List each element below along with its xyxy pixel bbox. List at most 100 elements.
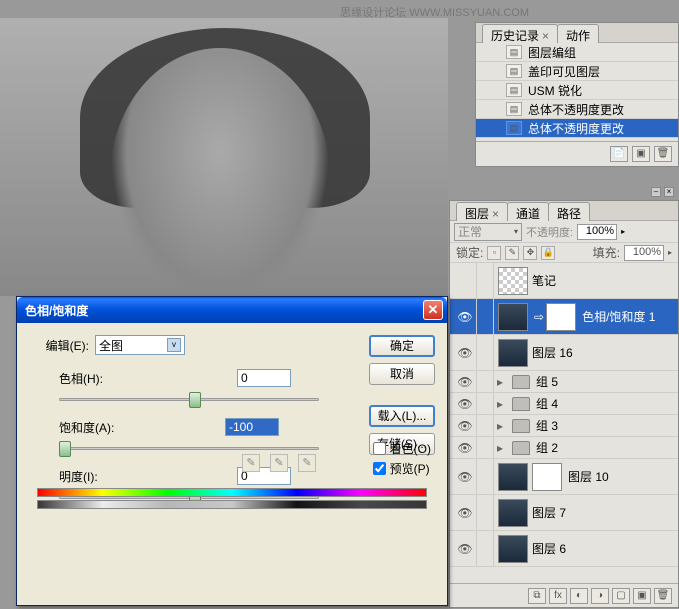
layer-thumb <box>498 267 528 295</box>
fill-input[interactable]: 100% <box>624 245 664 261</box>
layer-row[interactable]: 👁图层 7 <box>450 495 678 531</box>
visibility-toggle[interactable]: 👁 <box>454 299 476 334</box>
history-tabs: 历史记录× 动作 <box>476 23 678 43</box>
layers-tabs: 图层× 通道 路径 <box>450 201 678 221</box>
layer-thumb <box>498 339 528 367</box>
lock-transparency-icon[interactable]: ▫ <box>487 246 501 260</box>
layer-thumb <box>498 463 528 491</box>
load-button[interactable]: 载入(L)... <box>369 405 435 427</box>
expand-icon[interactable]: ▸ <box>494 419 506 433</box>
layer-group-row[interactable]: 👁▸组 3 <box>450 415 678 437</box>
edit-label: 编辑(E): <box>29 337 89 354</box>
layer-row[interactable]: 笔记 <box>450 263 678 299</box>
doc-icon: ▤ <box>506 83 522 97</box>
fill-label: 填充: <box>593 244 620 261</box>
opacity-input[interactable]: 100% <box>577 224 617 240</box>
history-item[interactable]: ▤盖印可见图层 <box>476 62 678 81</box>
layers-list: 笔记 👁⇨色相/饱和度 1 👁图层 16 👁▸组 5 👁▸组 4 👁▸组 3 👁… <box>450 263 678 583</box>
eyedropper-plus-icon[interactable]: ✎ <box>270 454 288 472</box>
mask-thumb <box>546 303 576 331</box>
lock-all-icon[interactable]: 🔒 <box>541 246 555 260</box>
slider-handle[interactable] <box>59 441 71 457</box>
lock-brush-icon[interactable]: ✎ <box>505 246 519 260</box>
new-layer-icon[interactable]: ▣ <box>633 588 651 604</box>
history-list: ▤图层编组 ▤盖印可见图层 ▤USM 锐化 ▤总体不透明度更改 ▤总体不透明度更… <box>476 43 678 141</box>
history-panel: 历史记录× 动作 ▤图层编组 ▤盖印可见图层 ▤USM 锐化 ▤总体不透明度更改… <box>475 22 679 167</box>
close-icon[interactable]: × <box>492 207 499 221</box>
trash-icon[interactable]: 🗑 <box>654 588 672 604</box>
layer-row[interactable]: 👁图层 10 <box>450 459 678 495</box>
eyedropper-tools: ✎ ✎ ✎ <box>242 454 316 472</box>
expand-icon[interactable]: ▸ <box>494 397 506 411</box>
visibility-toggle[interactable]: 👁 <box>454 393 476 414</box>
trash-icon[interactable]: 🗑 <box>654 146 672 162</box>
folder-icon <box>512 419 530 433</box>
saturation-label: 饱和度(A): <box>59 419 139 436</box>
layer-row[interactable]: 👁图层 16 <box>450 335 678 371</box>
colorize-checkbox[interactable] <box>373 442 386 455</box>
history-item[interactable]: ▤总体不透明度更改 <box>476 100 678 119</box>
group-icon[interactable]: ▢ <box>612 588 630 604</box>
visibility-toggle[interactable]: 👁 <box>454 459 476 494</box>
tab-paths[interactable]: 路径 <box>548 202 590 221</box>
spectrum-in <box>37 488 427 497</box>
layer-group-row[interactable]: 👁▸组 5 <box>450 371 678 393</box>
visibility-toggle[interactable] <box>454 263 476 298</box>
history-item[interactable]: ▤USM 锐化 <box>476 81 678 100</box>
eyedropper-minus-icon[interactable]: ✎ <box>298 454 316 472</box>
visibility-toggle[interactable]: 👁 <box>454 335 476 370</box>
hue-input[interactable]: 0 <box>237 369 291 387</box>
visibility-toggle[interactable]: 👁 <box>454 437 476 458</box>
link-icon[interactable]: ⧉ <box>528 588 546 604</box>
layers-panel: –× 图层× 通道 路径 正常▾ 不透明度: 100%▸ 锁定: ▫ ✎ ✥ 🔒… <box>449 200 679 608</box>
slider-handle[interactable] <box>189 392 201 408</box>
expand-icon[interactable]: ▸ <box>494 375 506 389</box>
doc-icon: ▤ <box>506 121 522 135</box>
fx-icon[interactable]: fx <box>549 588 567 604</box>
layer-group-row[interactable]: 👁▸组 2 <box>450 437 678 459</box>
visibility-toggle[interactable]: 👁 <box>454 415 476 436</box>
preview-checkbox[interactable] <box>373 462 386 475</box>
layer-group-row[interactable]: 👁▸组 4 <box>450 393 678 415</box>
minimize-icon[interactable]: – <box>651 187 661 197</box>
history-item-current[interactable]: ▤总体不透明度更改 <box>476 119 678 138</box>
dialog-titlebar[interactable]: 色相/饱和度 ✕ <box>17 297 447 323</box>
tab-actions[interactable]: 动作 <box>557 24 599 43</box>
hue-label: 色相(H): <box>59 370 139 387</box>
history-item[interactable]: ▤图层编组 <box>476 43 678 62</box>
lock-move-icon[interactable]: ✥ <box>523 246 537 260</box>
chevron-down-icon: ▾ <box>514 227 518 236</box>
layer-row[interactable]: 👁图层 6 <box>450 531 678 567</box>
color-spectrum <box>37 488 427 510</box>
new-doc-icon[interactable]: 📄 <box>610 146 628 162</box>
visibility-toggle[interactable]: 👁 <box>454 495 476 530</box>
history-footer: 📄 ▣ 🗑 <box>476 141 678 165</box>
visibility-toggle[interactable]: 👁 <box>454 531 476 566</box>
canvas-image <box>0 18 448 296</box>
preview-label: 预览(P) <box>390 460 430 477</box>
visibility-toggle[interactable]: 👁 <box>454 371 476 392</box>
tab-channels[interactable]: 通道 <box>507 202 549 221</box>
new-snapshot-icon[interactable]: ▣ <box>632 146 650 162</box>
saturation-input[interactable]: -100 <box>225 418 279 436</box>
mask-icon[interactable]: ◐ <box>570 588 588 604</box>
ok-button[interactable]: 确定 <box>369 335 435 357</box>
opacity-label: 不透明度: <box>526 224 573 240</box>
tab-history[interactable]: 历史记录× <box>482 24 558 43</box>
panel-close-icon[interactable]: × <box>664 187 674 197</box>
cancel-button[interactable]: 取消 <box>369 363 435 385</box>
doc-icon: ▤ <box>506 45 522 59</box>
expand-icon[interactable]: ▸ <box>494 441 506 455</box>
tab-layers[interactable]: 图层× <box>456 202 508 221</box>
edit-combo[interactable]: 全图v <box>95 335 185 355</box>
doc-icon: ▤ <box>506 64 522 78</box>
blend-mode-combo[interactable]: 正常▾ <box>454 223 522 241</box>
layer-row-selected[interactable]: 👁⇨色相/饱和度 1 <box>450 299 678 335</box>
layer-thumb <box>498 499 528 527</box>
adjustment-icon[interactable]: ◑ <box>591 588 609 604</box>
eyedropper-icon[interactable]: ✎ <box>242 454 260 472</box>
folder-icon <box>512 397 530 411</box>
dialog-close-button[interactable]: ✕ <box>423 300 443 320</box>
hue-slider[interactable] <box>59 390 319 410</box>
close-icon[interactable]: × <box>542 29 549 43</box>
